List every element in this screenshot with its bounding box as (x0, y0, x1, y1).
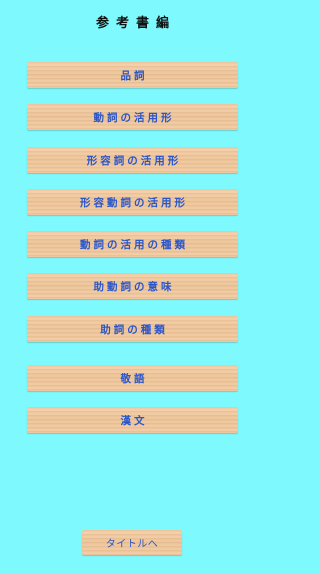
menu-button-kanbun[interactable]: 漢文 (27, 407, 238, 433)
menu-button-keiyoudoushi-katsuyoukei[interactable]: 形容動詞の活用形 (27, 189, 238, 215)
menu-button-joshi-shurui[interactable]: 助詞の種類 (27, 316, 238, 342)
menu-button-doushi-katsuyou-shurui[interactable]: 動詞の活用の種類 (27, 231, 238, 257)
menu-button-keigo[interactable]: 敬語 (27, 365, 238, 391)
menu-button-doushi-katsuyoukei[interactable]: 動詞の活用形 (27, 104, 238, 130)
menu-button-keiyoushi-katsuyoukei[interactable]: 形容詞の活用形 (27, 147, 238, 173)
back-to-title-button[interactable]: タイトルへ (82, 530, 182, 555)
menu-button-hinshi[interactable]: 品詞 (27, 62, 238, 88)
menu-button-jodoushi-imi[interactable]: 助動詞の意味 (27, 273, 238, 299)
page-title: 参考書編 (95, 16, 176, 31)
